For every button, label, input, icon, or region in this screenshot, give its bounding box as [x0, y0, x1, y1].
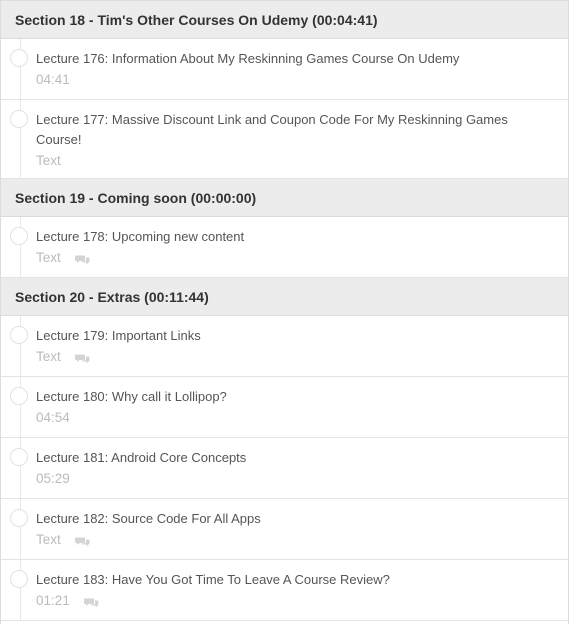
lecture-item[interactable]: Lecture 178: Upcoming new content Text: [1, 217, 568, 278]
lecture-type: Text: [36, 532, 61, 547]
lecture-title[interactable]: Lecture 177: Massive Discount Link and C…: [36, 110, 528, 150]
section-header[interactable]: Section 19 - Coming soon (00:00:00): [1, 179, 568, 217]
circle-outline-icon[interactable]: [10, 110, 28, 128]
course-curriculum: Section 18 - Tim's Other Courses On Udem…: [0, 0, 569, 624]
lecture-item[interactable]: Lecture 182: Source Code For All Apps Te…: [1, 499, 568, 560]
lecture-meta: 04:54: [36, 408, 528, 428]
lecture-meta: Text: [36, 248, 528, 268]
circle-outline-icon[interactable]: [10, 227, 28, 245]
timeline-rail: [20, 438, 21, 498]
chat-bubbles-icon[interactable]: [74, 254, 90, 265]
timeline-rail: [20, 499, 21, 559]
lecture-duration: 04:41: [36, 72, 70, 87]
circle-outline-icon[interactable]: [10, 509, 28, 527]
lecture-title[interactable]: Lecture 176: Information About My Reskin…: [36, 49, 528, 69]
circle-outline-icon[interactable]: [10, 448, 28, 466]
lecture-meta: 01:21: [36, 591, 528, 611]
circle-outline-icon[interactable]: [10, 326, 28, 344]
lecture-title[interactable]: Lecture 181: Android Core Concepts: [36, 448, 528, 468]
chat-bubbles-icon[interactable]: [74, 353, 90, 364]
lecture-item[interactable]: Lecture 180: Why call it Lollipop? 04:54: [1, 377, 568, 438]
timeline-rail: [20, 560, 21, 620]
timeline-rail: [20, 316, 21, 376]
chat-bubbles-icon[interactable]: [83, 597, 99, 608]
circle-outline-icon[interactable]: [10, 387, 28, 405]
lecture-meta: Text: [36, 151, 528, 171]
lecture-duration: 04:54: [36, 410, 70, 425]
lecture-meta: 05:29: [36, 469, 528, 489]
timeline-rail: [20, 217, 21, 277]
lecture-title[interactable]: Lecture 180: Why call it Lollipop?: [36, 387, 528, 407]
lecture-duration: 01:21: [36, 593, 70, 608]
lecture-title[interactable]: Lecture 178: Upcoming new content: [36, 227, 528, 247]
section-header[interactable]: Section 20 - Extras (00:11:44): [1, 278, 568, 316]
circle-outline-icon[interactable]: [10, 570, 28, 588]
lecture-type: Text: [36, 250, 61, 265]
lecture-meta: Text: [36, 530, 528, 550]
lecture-item[interactable]: Lecture 183: Have You Got Time To Leave …: [1, 560, 568, 621]
lecture-meta: Text: [36, 347, 528, 367]
chat-bubbles-icon[interactable]: [74, 536, 90, 547]
timeline-rail: [20, 39, 21, 99]
lecture-item[interactable]: Lecture 177: Massive Discount Link and C…: [1, 100, 568, 179]
lecture-type: Text: [36, 349, 61, 364]
lecture-item[interactable]: Lecture 179: Important Links Text: [1, 316, 568, 377]
lecture-title[interactable]: Lecture 179: Important Links: [36, 326, 528, 346]
lecture-item[interactable]: Lecture 176: Information About My Reskin…: [1, 39, 568, 100]
lecture-title[interactable]: Lecture 182: Source Code For All Apps: [36, 509, 528, 529]
section-header[interactable]: Section 18 - Tim's Other Courses On Udem…: [1, 1, 568, 39]
lecture-meta: 04:41: [36, 70, 528, 90]
lecture-title[interactable]: Lecture 183: Have You Got Time To Leave …: [36, 570, 528, 590]
lecture-item[interactable]: Lecture 181: Android Core Concepts 05:29: [1, 438, 568, 499]
lecture-type: Text: [36, 153, 61, 168]
timeline-rail: [20, 377, 21, 437]
circle-outline-icon[interactable]: [10, 49, 28, 67]
lecture-duration: 05:29: [36, 471, 70, 486]
